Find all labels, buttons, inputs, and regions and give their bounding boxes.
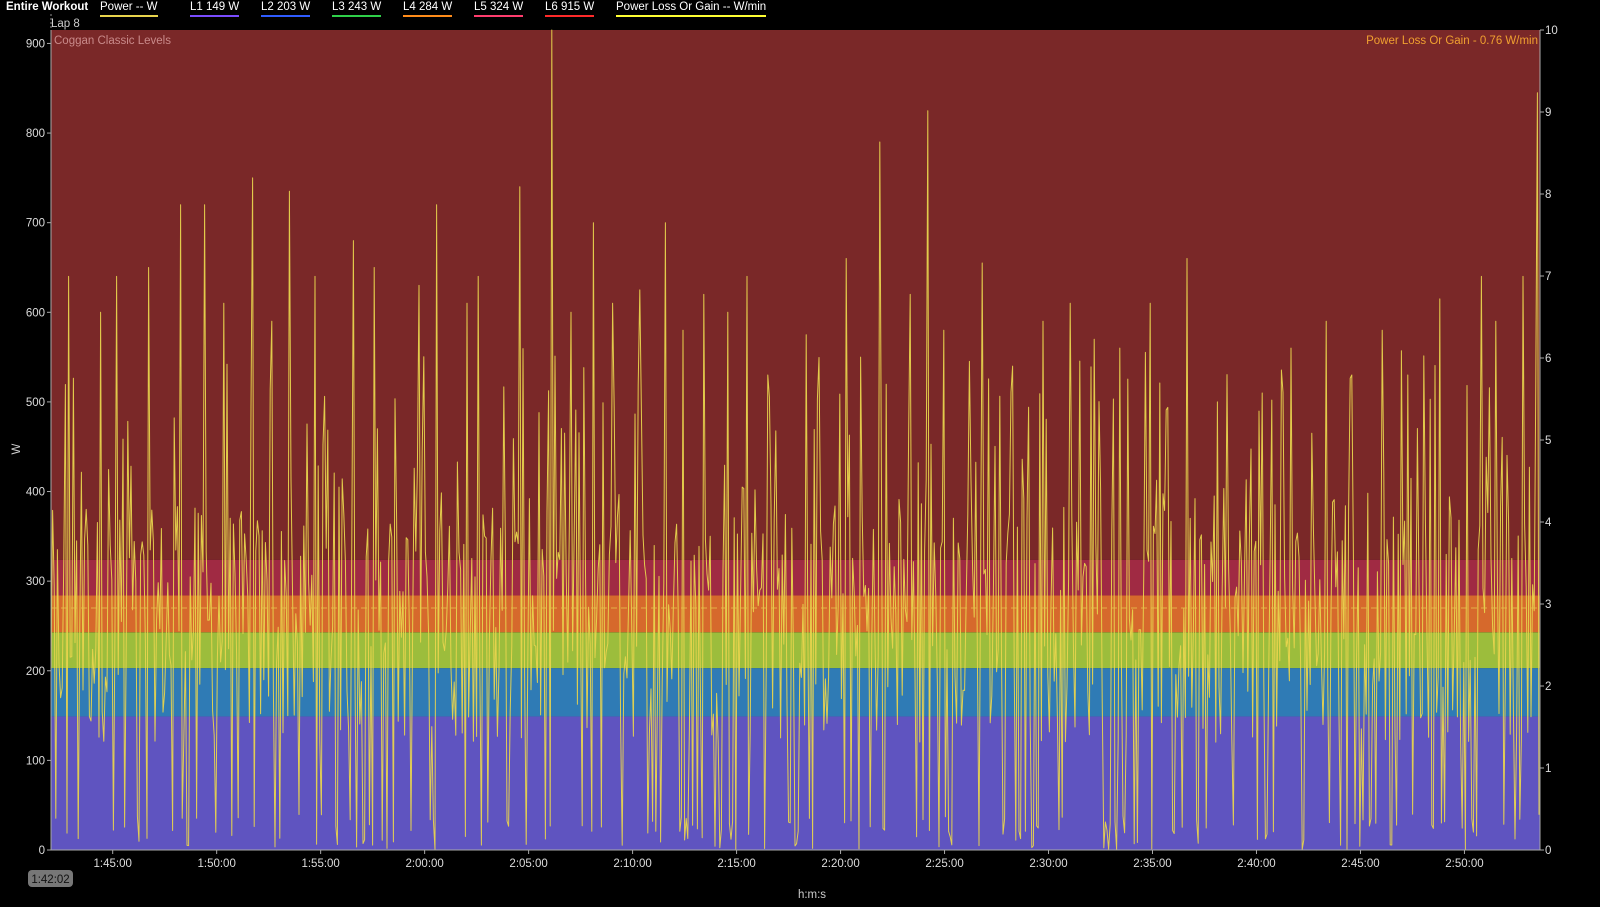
x-tick-label: 1:55:00: [301, 858, 339, 870]
x-tick-label: 2:40:00: [1237, 858, 1275, 870]
power-chart[interactable]: 0 100 200 300 400 500 600 700 800 900 0 1 2 3 4 5 6 7 8 9 10…: [0, 0, 1600, 907]
y2-tick-label: 6: [1545, 353, 1551, 365]
y-tick-label: 200: [26, 666, 45, 678]
start-time-label[interactable]: 1:42:02: [31, 874, 69, 886]
zone-band-l6: [51, 30, 1540, 560]
y2-tick-label: 9: [1545, 107, 1551, 119]
y-tick-label: 400: [26, 487, 45, 499]
x-tick-label: 2:20:00: [821, 858, 859, 870]
power-loss-annotation: Power Loss Or Gain - 0.76 W/min: [1366, 35, 1538, 47]
y-tick-label: 100: [26, 755, 45, 767]
zone-band-l5: [51, 559, 1540, 596]
lap-label: Lap 8: [51, 18, 80, 30]
zones-scheme-label: Coggan Classic Levels: [54, 35, 171, 47]
y2-tick-label: 10: [1545, 25, 1558, 37]
x-tick-label: 1:45:00: [94, 858, 132, 870]
y-axis-label: W: [11, 443, 23, 454]
x-tick-label: 2:25:00: [925, 858, 963, 870]
x-tick-label: 2:50:00: [1445, 858, 1483, 870]
y2-tick-label: 0: [1545, 845, 1551, 857]
y2-tick-label: 3: [1545, 599, 1551, 611]
x-tick-label: 2:45:00: [1341, 858, 1379, 870]
y2-tick-label: 7: [1545, 271, 1551, 283]
workout-chart-window: Entire Workout Power -- W L1 149 W L2 20…: [0, 0, 1600, 907]
x-tick-label: 2:30:00: [1029, 858, 1067, 870]
x-tick-label: 2:10:00: [613, 858, 651, 870]
x-tick-label: 2:05:00: [509, 858, 547, 870]
y-tick-label: 500: [26, 397, 45, 409]
x-axis-label: h:m:s: [798, 889, 826, 901]
y2-tick-label: 1: [1545, 763, 1551, 775]
y-tick-label: 900: [26, 38, 45, 50]
y-tick-label: 700: [26, 218, 45, 230]
y-tick-label: 800: [26, 128, 45, 140]
x-tick-label: 2:35:00: [1133, 858, 1171, 870]
y2-tick-label: 4: [1545, 517, 1552, 529]
zone-bands: [51, 30, 1540, 850]
y-tick-label: 300: [26, 576, 45, 588]
y2-tick-label: 8: [1545, 189, 1551, 201]
y2-tick-label: 2: [1545, 681, 1551, 693]
y-tick-label: 600: [26, 307, 45, 319]
y2-tick-label: 5: [1545, 435, 1551, 447]
zone-band-l4: [51, 595, 1540, 633]
x-tick-label: 1:50:00: [197, 858, 235, 870]
y-tick-label: 0: [39, 845, 45, 857]
x-tick-label: 2:15:00: [717, 858, 755, 870]
x-tick-label: 2:00:00: [405, 858, 443, 870]
zone-band-l2: [51, 668, 1540, 717]
